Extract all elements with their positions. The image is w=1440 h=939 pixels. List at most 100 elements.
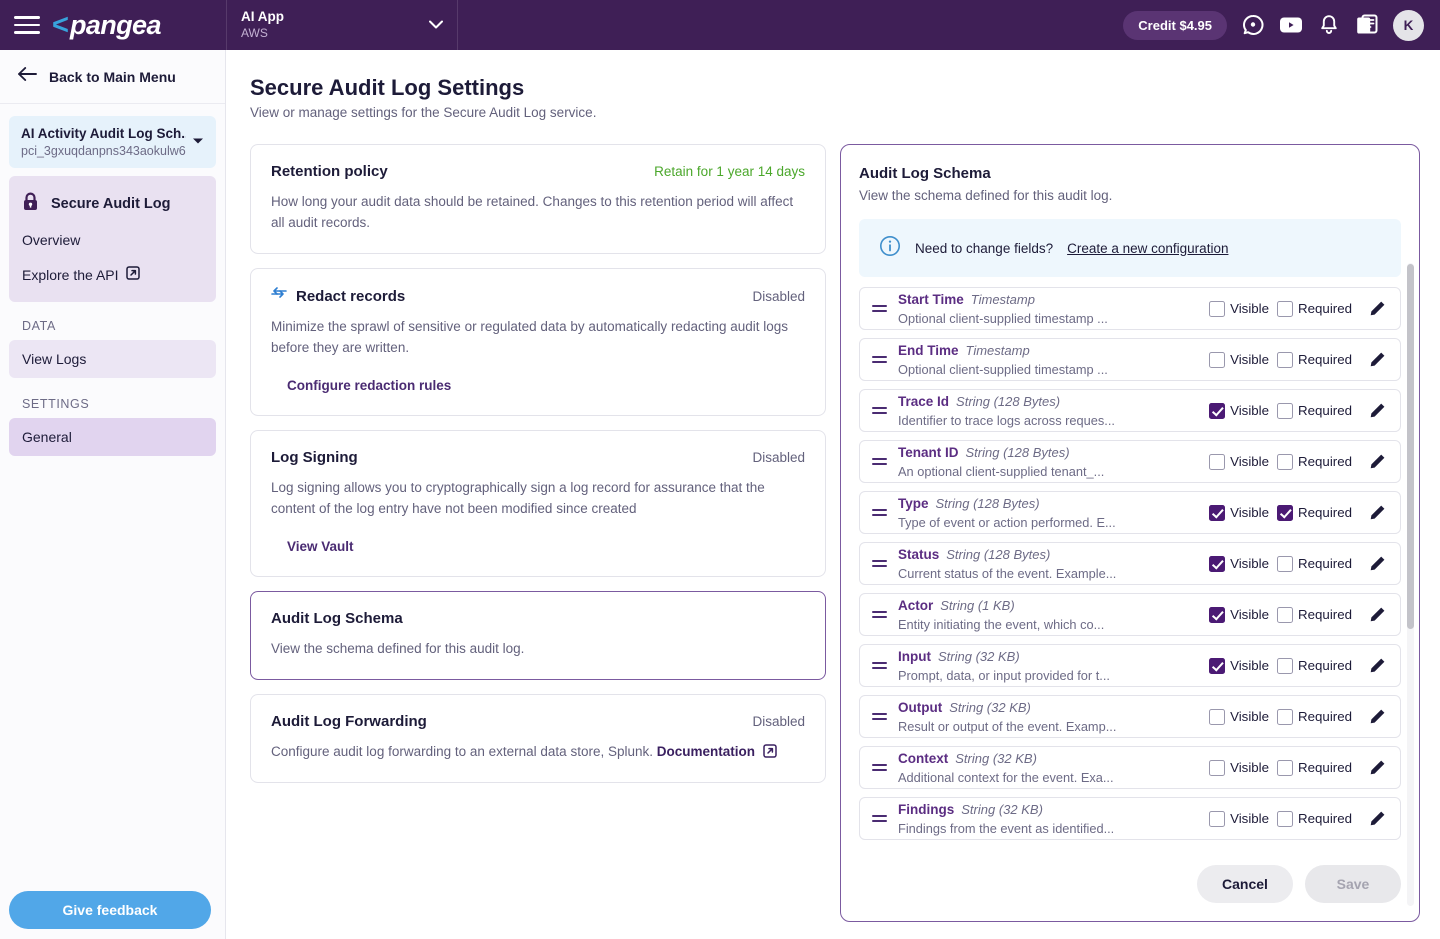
- drag-handle-icon[interactable]: [868, 712, 890, 721]
- schema-field-row[interactable]: Output String (32 KB) Result or output of …: [859, 695, 1401, 738]
- required-checkbox[interactable]: [1277, 402, 1294, 419]
- view-vault-link[interactable]: View Vault: [287, 539, 354, 554]
- edit-pencil-icon[interactable]: [1364, 708, 1390, 725]
- edit-pencil-icon[interactable]: [1364, 504, 1390, 521]
- drag-handle-icon[interactable]: [868, 559, 890, 568]
- card-audit-log-schema[interactable]: Audit Log Schema View the schema defined…: [250, 591, 826, 680]
- sidebar-item-explore-the-api[interactable]: Explore the API: [9, 257, 216, 292]
- create-new-configuration-link[interactable]: Create a new configuration: [1067, 241, 1228, 256]
- external-link-icon: [759, 744, 777, 759]
- required-checkbox[interactable]: [1277, 300, 1294, 317]
- visible-checkbox[interactable]: [1209, 555, 1226, 572]
- visible-checkbox[interactable]: [1209, 504, 1226, 521]
- status-badge: Retain for 1 year 14 days: [654, 164, 805, 179]
- schema-field-row[interactable]: Findings String (32 KB) Findings from the …: [859, 797, 1401, 840]
- bell-icon[interactable]: [1317, 13, 1341, 37]
- back-to-main-menu-button[interactable]: Back to Main Menu: [0, 50, 225, 104]
- drag-handle-icon[interactable]: [868, 763, 890, 772]
- card-log-signing[interactable]: Log Signing Disabled Log signing allows …: [250, 430, 826, 577]
- required-label: Required: [1298, 760, 1352, 775]
- field-info: Context String (32 KB) Additional context …: [890, 750, 1201, 785]
- edit-pencil-icon[interactable]: [1364, 402, 1390, 419]
- visible-checkbox[interactable]: [1209, 300, 1226, 317]
- docs-icon[interactable]: [1355, 13, 1379, 37]
- edit-pencil-icon[interactable]: [1364, 657, 1390, 674]
- drag-handle-icon[interactable]: [868, 355, 890, 364]
- save-button[interactable]: Save: [1305, 865, 1401, 903]
- project-selector-name: AI App: [241, 9, 284, 24]
- schema-field-row[interactable]: End Time Timestamp Optional client-supplie…: [859, 338, 1401, 381]
- project-selector[interactable]: AI App AWS: [226, 0, 458, 50]
- edit-pencil-icon[interactable]: [1364, 453, 1390, 470]
- credit-badge[interactable]: Credit $4.95: [1123, 10, 1227, 40]
- sidebar-item-overview[interactable]: Overview: [9, 223, 216, 257]
- schema-field-row[interactable]: Context String (32 KB) Additional context …: [859, 746, 1401, 789]
- card-retention-policy[interactable]: Retention policy Retain for 1 year 14 da…: [250, 144, 826, 254]
- required-checkbox[interactable]: [1277, 504, 1294, 521]
- visible-checkbox[interactable]: [1209, 657, 1226, 674]
- required-checkbox[interactable]: [1277, 810, 1294, 827]
- documentation-link[interactable]: Documentation: [657, 744, 755, 759]
- give-feedback-button[interactable]: Give feedback: [9, 891, 211, 929]
- drag-handle-icon[interactable]: [868, 610, 890, 619]
- schema-field-row[interactable]: Tenant ID String (128 Bytes) An optional c…: [859, 440, 1401, 483]
- visible-checkbox-group: Visible: [1209, 810, 1269, 827]
- settings-card-list: Retention policy Retain for 1 year 14 da…: [250, 144, 826, 797]
- sidebar-project-card[interactable]: AI Activity Audit Log Sch... pci_3gxuqda…: [9, 116, 216, 168]
- visible-checkbox[interactable]: [1209, 351, 1226, 368]
- avatar[interactable]: K: [1393, 9, 1424, 41]
- panel-scrollbar-thumb[interactable]: [1407, 264, 1414, 629]
- edit-pencil-icon[interactable]: [1364, 300, 1390, 317]
- required-checkbox[interactable]: [1277, 708, 1294, 725]
- required-checkbox[interactable]: [1277, 555, 1294, 572]
- schema-field-row[interactable]: Start Time Timestamp Optional client-suppl…: [859, 287, 1401, 330]
- required-checkbox[interactable]: [1277, 657, 1294, 674]
- required-checkbox-group: Required: [1277, 708, 1352, 725]
- visible-checkbox[interactable]: [1209, 759, 1226, 776]
- hamburger-icon[interactable]: [14, 16, 40, 34]
- sidebar-service-header[interactable]: Secure Audit Log: [9, 185, 216, 223]
- visible-checkbox[interactable]: [1209, 810, 1226, 827]
- required-checkbox[interactable]: [1277, 606, 1294, 623]
- configure-redaction-rules-link[interactable]: Configure redaction rules: [287, 378, 451, 393]
- required-checkbox[interactable]: [1277, 351, 1294, 368]
- edit-pencil-icon[interactable]: [1364, 351, 1390, 368]
- card-redact-records[interactable]: Redact records Disabled Minimize the spr…: [250, 268, 826, 416]
- drag-handle-icon[interactable]: [868, 814, 890, 823]
- youtube-icon[interactable]: [1279, 13, 1303, 37]
- visible-checkbox[interactable]: [1209, 453, 1226, 470]
- required-checkbox[interactable]: [1277, 453, 1294, 470]
- field-info: Output String (32 KB) Result or output of …: [890, 699, 1201, 734]
- sidebar-item-general[interactable]: General: [9, 418, 216, 456]
- drag-handle-icon[interactable]: [868, 406, 890, 415]
- field-description: Optional client-supplied timestamp ...: [898, 311, 1108, 326]
- sidebar-item-view-logs[interactable]: View Logs: [9, 340, 216, 378]
- sidebar-content: AI Activity Audit Log Sch... pci_3gxuqda…: [0, 104, 225, 456]
- schema-field-row[interactable]: Type String (128 Bytes) Type of event or a…: [859, 491, 1401, 534]
- chat-icon[interactable]: [1241, 13, 1265, 37]
- arrow-left-icon: [18, 67, 37, 86]
- edit-pencil-icon[interactable]: [1364, 810, 1390, 827]
- drag-handle-icon[interactable]: [868, 508, 890, 517]
- drag-handle-icon[interactable]: [868, 661, 890, 670]
- card-audit-log-forwarding[interactable]: Audit Log Forwarding Disabled Configure …: [250, 694, 826, 783]
- visible-checkbox[interactable]: [1209, 708, 1226, 725]
- drag-handle-icon[interactable]: [868, 457, 890, 466]
- schema-field-row[interactable]: Status String (128 Bytes) Current status o…: [859, 542, 1401, 585]
- schema-field-row[interactable]: Input String (32 KB) Prompt, data, or inpu…: [859, 644, 1401, 687]
- status-badge: Disabled: [752, 288, 805, 304]
- pangea-logo[interactable]: < pangea: [52, 0, 161, 50]
- edit-pencil-icon[interactable]: [1364, 759, 1390, 776]
- required-checkbox[interactable]: [1277, 759, 1294, 776]
- schema-field-row[interactable]: Actor String (1 KB) Entity initiating the …: [859, 593, 1401, 636]
- visible-label: Visible: [1230, 607, 1270, 622]
- drag-handle-icon[interactable]: [868, 304, 890, 313]
- visible-checkbox[interactable]: [1209, 402, 1226, 419]
- visible-checkbox[interactable]: [1209, 606, 1226, 623]
- edit-pencil-icon[interactable]: [1364, 555, 1390, 572]
- edit-pencil-icon[interactable]: [1364, 606, 1390, 623]
- schema-field-row[interactable]: Trace Id String (128 Bytes) Identifier to …: [859, 389, 1401, 432]
- required-label: Required: [1298, 352, 1352, 367]
- cancel-button[interactable]: Cancel: [1197, 865, 1293, 903]
- top-bar: < pangea AI App AWS Credit $4.95 K: [0, 0, 1440, 50]
